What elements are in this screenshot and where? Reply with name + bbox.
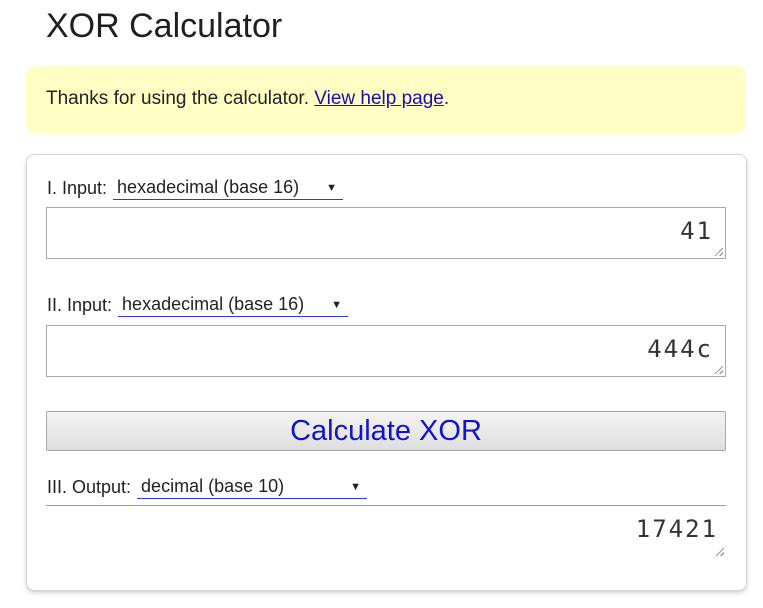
output-base-value: decimal (base 10) [141,476,285,496]
dropdown-caret-icon: ▼ [326,181,338,194]
input2-row: II. Input: hexadecimal (base 16) ▼ [47,294,349,317]
input1-base-value: hexadecimal (base 16) [117,177,300,197]
input2-label: II. Input: [47,295,113,315]
input1-base-select[interactable]: hexadecimal (base 16) ▼ [113,177,344,200]
output-textarea[interactable]: 17421 [46,506,726,558]
page-title: XOR Calculator [46,7,283,45]
output-value: 17421 [635,515,718,543]
input1-value: 41 [680,217,713,245]
notice-suffix: . [443,88,450,109]
input1-label: I. Input: [47,178,108,198]
input1-textarea[interactable]: 41 [46,207,726,259]
output-row: III. Output: decimal (base 10) ▼ [47,476,368,499]
resize-handle-icon[interactable] [715,366,723,374]
resize-handle-icon[interactable] [715,248,723,256]
input2-textarea[interactable]: 444c [46,325,726,377]
help-page-link[interactable]: View help page [314,88,444,109]
info-notice: Thanks for using the calculator. View he… [26,66,746,133]
dropdown-caret-icon: ▼ [331,298,343,311]
calculate-xor-button[interactable]: Calculate XOR [46,411,726,451]
input2-value: 444c [647,335,713,363]
input2-base-value: hexadecimal (base 16) [122,294,305,314]
dropdown-caret-icon: ▼ [350,480,362,493]
calculator-card: I. Input: hexadecimal (base 16) ▼ 41 II.… [26,154,747,591]
output-base-select[interactable]: decimal (base 10) ▼ [137,476,368,499]
notice-text: Thanks for using the calculator. [46,88,315,109]
input1-row: I. Input: hexadecimal (base 16) ▼ [47,177,344,200]
input2-base-select[interactable]: hexadecimal (base 16) ▼ [118,294,349,317]
output-label: III. Output: [47,477,132,497]
resize-handle-icon[interactable] [716,548,724,556]
